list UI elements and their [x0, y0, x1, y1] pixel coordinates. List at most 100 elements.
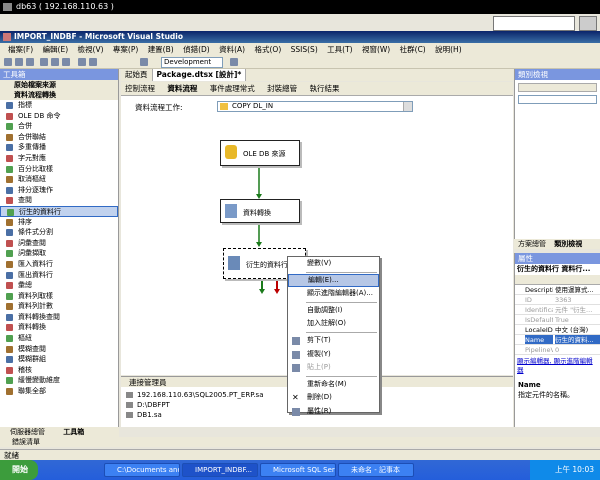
- tab-progress[interactable]: 執行結果: [310, 84, 340, 93]
- copy-icon[interactable]: [51, 58, 59, 66]
- cut-icon[interactable]: [40, 58, 48, 66]
- toolbox-item[interactable]: 資料轉換查閱: [0, 312, 118, 323]
- context-menu-item[interactable]: 重新命名(M): [288, 378, 379, 392]
- toolbox-item[interactable]: OLE DB 命令: [0, 111, 118, 122]
- toolbox-item[interactable]: 查閱: [0, 195, 118, 206]
- toolbox-item[interactable]: 排分逐瑰作: [0, 185, 118, 196]
- context-menu-item[interactable]: 複製(Y): [288, 348, 379, 362]
- context-menu-item[interactable]: ✕ 刪除(D): [288, 391, 379, 405]
- taskbar-item[interactable]: 未命名 - 記事本: [338, 463, 414, 477]
- toolbox-item[interactable]: 衍生的資料行: [0, 205, 118, 217]
- menu-window[interactable]: 視窗(W): [362, 45, 390, 54]
- tab-package-explorer[interactable]: 封裝總管: [267, 84, 297, 93]
- property-row[interactable]: LocaleID 中文 (台灣): [515, 325, 600, 335]
- property-row[interactable]: IsDefaultLTrue: [515, 315, 600, 325]
- toolbox-item[interactable]: 資料列計數: [0, 301, 118, 312]
- menu-view[interactable]: 檢視(V): [78, 45, 104, 54]
- toolbox-item[interactable]: 樞紐: [0, 333, 118, 344]
- tab-server-explorer[interactable]: 伺服器總管: [10, 428, 45, 436]
- start-button[interactable]: 開始: [0, 460, 38, 480]
- toolbox-item[interactable]: 聯集全部: [0, 386, 118, 397]
- context-menu-item[interactable]: 加入註解(O): [288, 317, 379, 331]
- taskbar-item[interactable]: Microsoft SQL Serve...: [260, 463, 336, 477]
- toolbox-item[interactable]: 資料轉換: [0, 322, 118, 333]
- menu-ssis[interactable]: SSIS(S): [291, 45, 318, 54]
- toolbox-item[interactable]: 彙總: [0, 280, 118, 291]
- context-menu-item[interactable]: 自動調整(I): [288, 304, 379, 318]
- toolbox-item[interactable]: 稽核: [0, 365, 118, 376]
- properties-object-select[interactable]: 衍生的資料行 資料行...: [515, 264, 600, 275]
- tab-data-flow[interactable]: 資料流程: [167, 84, 197, 93]
- toolbox-item[interactable]: 條件式分割: [0, 227, 118, 238]
- menu-file[interactable]: 檔案(F): [8, 45, 33, 54]
- context-menu-item[interactable]: 剪下(T): [288, 334, 379, 348]
- menu-format[interactable]: 格式(O): [254, 45, 281, 54]
- toolbox-item[interactable]: 模糊群組: [0, 354, 118, 365]
- taskbar-item-active[interactable]: IMPORT_INDBF...: [182, 463, 258, 477]
- context-menu-label: 刪除(D): [307, 393, 332, 402]
- context-menu-item[interactable]: 顯示進階編輯器(A)...: [288, 287, 379, 301]
- undo-icon[interactable]: [78, 58, 86, 66]
- taskbar-item[interactable]: C:\Documents and S...: [104, 463, 180, 477]
- editor-links[interactable]: 顯示編輯器, 顯示進階編輯器: [515, 355, 600, 377]
- redo-icon[interactable]: [89, 58, 97, 66]
- class-view-toolbar[interactable]: [518, 83, 597, 92]
- tab-class-view[interactable]: 類別檢視: [554, 240, 582, 248]
- toolbox-item[interactable]: 百分比取樣: [0, 164, 118, 175]
- ole-db-source-component[interactable]: OLE DB 來源: [220, 140, 300, 166]
- toolbox-item[interactable]: 指標: [0, 100, 118, 111]
- menu-data[interactable]: 資料(A): [219, 45, 245, 54]
- toolbox-item[interactable]: 字元對應: [0, 153, 118, 164]
- tab-event-handlers[interactable]: 事件處理常式: [210, 84, 255, 93]
- toolbox-item[interactable]: 詞彙查閱: [0, 238, 118, 249]
- toolbox-item[interactable]: 合併: [0, 121, 118, 132]
- menu-build[interactable]: 建置(B): [148, 45, 174, 54]
- toolbox-item-label: 衍生的資料行: [19, 207, 61, 216]
- menu-tools[interactable]: 工具(T): [327, 45, 352, 54]
- tab-solution-explorer[interactable]: 方案總管: [518, 240, 546, 248]
- toolbox-item[interactable]: 模糊查閱: [0, 344, 118, 355]
- context-menu-item[interactable]: 編輯(E)...: [288, 273, 379, 288]
- configuration-select[interactable]: Development: [161, 57, 223, 68]
- property-row[interactable]: PipelineV 0: [515, 345, 600, 355]
- tab-package-design[interactable]: Package.dtsx [設計]*: [152, 69, 247, 81]
- toolbox-section-sources[interactable]: 原始檔案來源: [0, 80, 118, 90]
- error-list-tab[interactable]: 錯誤清單: [0, 437, 600, 447]
- context-menu-item[interactable]: 變數(V): [288, 257, 379, 271]
- class-view-search-input[interactable]: [518, 95, 597, 104]
- property-row[interactable]: ID 3363: [515, 295, 600, 305]
- save-icon[interactable]: [26, 58, 34, 66]
- property-row-selected[interactable]: Name 衍生的資料...: [515, 335, 600, 345]
- new-project-icon[interactable]: [4, 58, 12, 66]
- toolbox-item[interactable]: 詞彙擷取: [0, 248, 118, 259]
- properties-toolbar[interactable]: [515, 275, 600, 285]
- toolbox-item[interactable]: 匯出資料行: [0, 270, 118, 281]
- paste-icon[interactable]: [62, 58, 70, 66]
- property-row[interactable]: Descriptio使用運算式...: [515, 285, 600, 295]
- toolbox-item[interactable]: 緩慢變動維度: [0, 375, 118, 386]
- tab-control-flow[interactable]: 控制流程: [125, 84, 155, 93]
- toolbox-item[interactable]: 合併聯結: [0, 132, 118, 143]
- property-row[interactable]: Identifica 元件 "衍生...: [515, 305, 600, 315]
- toolbox-item[interactable]: 匯入資料行: [0, 259, 118, 270]
- toolbox-item[interactable]: 排序: [0, 217, 118, 228]
- remote-address-field[interactable]: 192.168.110.63: [493, 16, 575, 31]
- menu-community[interactable]: 社群(C): [400, 45, 426, 54]
- menu-help[interactable]: 說明(H): [435, 45, 462, 54]
- menu-edit[interactable]: 編輯(E): [43, 45, 69, 54]
- menu-debug[interactable]: 偵錯(D): [183, 45, 210, 54]
- toolbox-item[interactable]: 多重傳播: [0, 142, 118, 153]
- context-menu-item[interactable]: 屬性(R): [288, 405, 379, 419]
- start-debug-icon[interactable]: [140, 58, 148, 66]
- toolbox-item[interactable]: 取消樞紐: [0, 174, 118, 185]
- tab-toolbox[interactable]: 工具箱: [63, 428, 84, 436]
- find-icon[interactable]: [230, 58, 238, 66]
- window-controls[interactable]: [579, 16, 597, 31]
- tab-start-page[interactable]: 起始頁: [121, 69, 153, 81]
- menu-project[interactable]: 專案(P): [113, 45, 138, 54]
- toolbox-section-transforms[interactable]: 資料流程轉換: [0, 90, 118, 100]
- context-menu-item[interactable]: 貼上(P): [288, 361, 379, 375]
- data-conversion-component[interactable]: 資料轉換: [220, 199, 300, 223]
- open-icon[interactable]: [15, 58, 23, 66]
- toolbox-item[interactable]: 資料列取樣: [0, 291, 118, 302]
